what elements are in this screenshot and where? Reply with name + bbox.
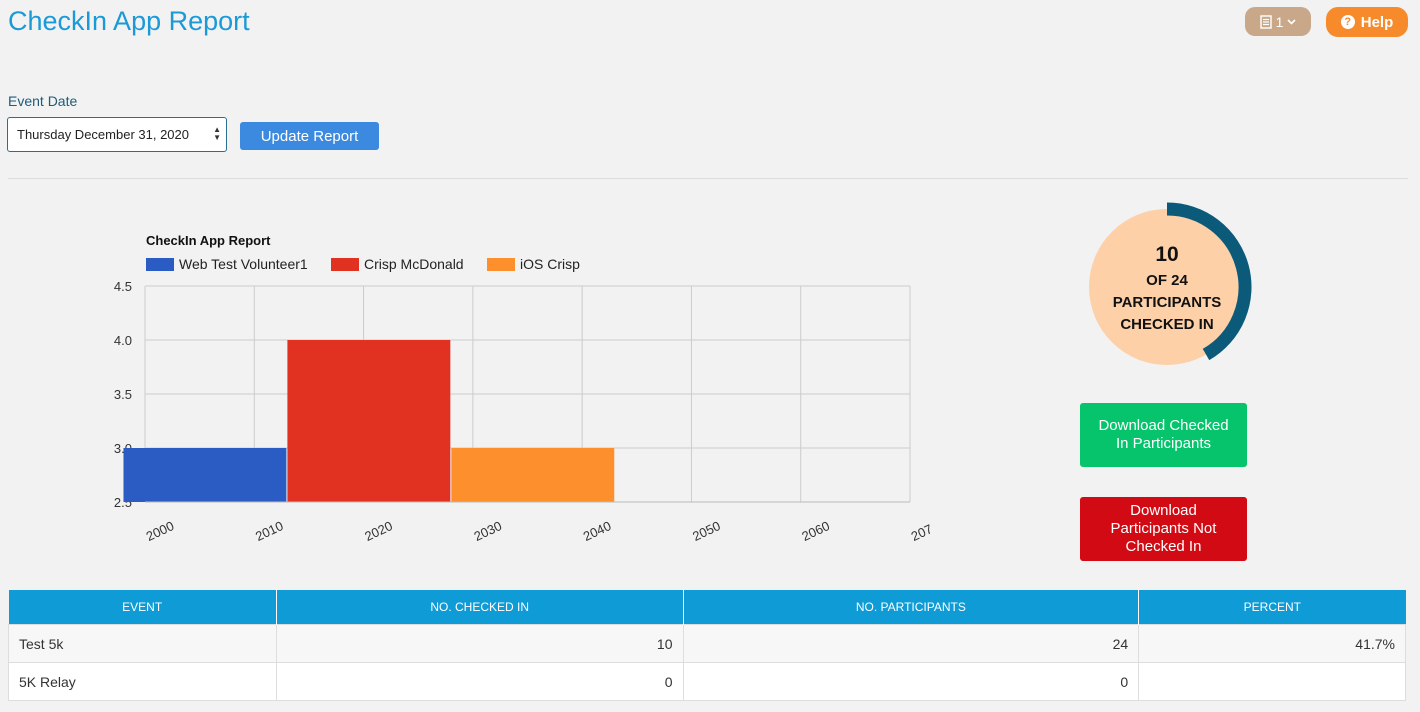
download-checked-in-button[interactable]: Download Checked In Participants	[1080, 403, 1247, 467]
x-tick-label: 2010	[253, 518, 286, 544]
column-header-participants[interactable]: NO. PARTICIPANTS	[683, 590, 1140, 625]
bar	[451, 448, 615, 502]
gauge-label: 10 OF 24 PARTICIPANTS CHECKED IN	[1089, 240, 1245, 336]
gauge-line-participants: PARTICIPANTS	[1112, 294, 1222, 311]
x-tick-label: 2070	[909, 518, 930, 544]
event-cell: 5K Relay	[8, 662, 277, 701]
download-not-checked-in-button[interactable]: Download Participants Not Checked In	[1080, 497, 1247, 561]
participants-cell: 24	[682, 624, 1140, 663]
update-report-button[interactable]: Update Report	[240, 122, 379, 150]
x-tick-label: 2050	[690, 518, 723, 544]
event-cell: Test 5k	[8, 624, 277, 663]
x-tick-label: 2060	[799, 518, 832, 544]
event-date-label: Event Date	[8, 93, 78, 109]
percent-cell	[1138, 662, 1406, 701]
legend-swatch	[146, 258, 174, 271]
legend-label: Web Test Volunteer1	[179, 256, 308, 272]
legend-label: Crisp McDonald	[364, 256, 464, 272]
y-tick-label: 4.5	[114, 279, 132, 294]
pages-dropdown-button[interactable]: 1	[1245, 7, 1311, 36]
select-arrows-icon: ▲ ▼	[213, 125, 221, 142]
top-actions: 1 ? Help	[1245, 7, 1408, 37]
legend-label: iOS Crisp	[520, 256, 580, 272]
x-tick-label: 2000	[144, 518, 177, 544]
divider	[8, 178, 1408, 179]
gauge-line-of-total: OF 24	[1146, 272, 1188, 289]
legend-swatch	[331, 258, 359, 271]
table-row: 5K Relay 0 0	[8, 662, 1406, 701]
x-tick-label: 2040	[581, 518, 614, 544]
column-header-checked-in[interactable]: NO. CHECKED IN	[276, 590, 684, 625]
checkin-bar-chart: CheckIn App Report Web Test Volunteer1 Cri…	[114, 233, 930, 544]
column-header-percent[interactable]: PERCENT	[1138, 590, 1406, 625]
checked-in-cell: 0	[275, 662, 684, 701]
page-title: CheckIn App Report	[8, 6, 250, 36]
table-row: Test 5k 10 24 41.7%	[8, 624, 1406, 663]
column-header-event[interactable]: EVENT	[8, 590, 277, 625]
legend-swatch	[487, 258, 515, 271]
chevron-down-icon	[1287, 18, 1296, 25]
gauge-count: 10	[1155, 243, 1179, 266]
document-icon	[1259, 14, 1272, 29]
event-date-select[interactable]: Thursday December 31, 2020 ▲ ▼	[7, 117, 227, 152]
report-table: EVENT NO. CHECKED IN NO. PARTICIPANTS PE…	[8, 590, 1406, 701]
selected-date: Thursday December 31, 2020	[17, 127, 189, 142]
percent-cell: 41.7%	[1138, 624, 1406, 663]
help-label: Help	[1360, 13, 1394, 31]
y-tick-label: 3.5	[114, 387, 132, 402]
gauge-line-checked-in: CHECKED IN	[1120, 316, 1214, 333]
participants-cell: 0	[682, 662, 1140, 701]
pages-count: 1	[1275, 13, 1284, 30]
x-tick-label: 2030	[472, 518, 505, 544]
checked-in-cell: 10	[275, 624, 684, 663]
table-header-row: EVENT NO. CHECKED IN NO. PARTICIPANTS PE…	[8, 590, 1406, 625]
bar	[123, 448, 287, 502]
help-button[interactable]: ? Help	[1326, 7, 1408, 37]
chart-title: CheckIn App Report	[146, 233, 271, 248]
y-tick-label: 4.0	[114, 333, 132, 348]
bar	[287, 340, 451, 502]
x-tick-label: 2020	[362, 518, 395, 544]
question-icon: ?	[1340, 15, 1355, 29]
